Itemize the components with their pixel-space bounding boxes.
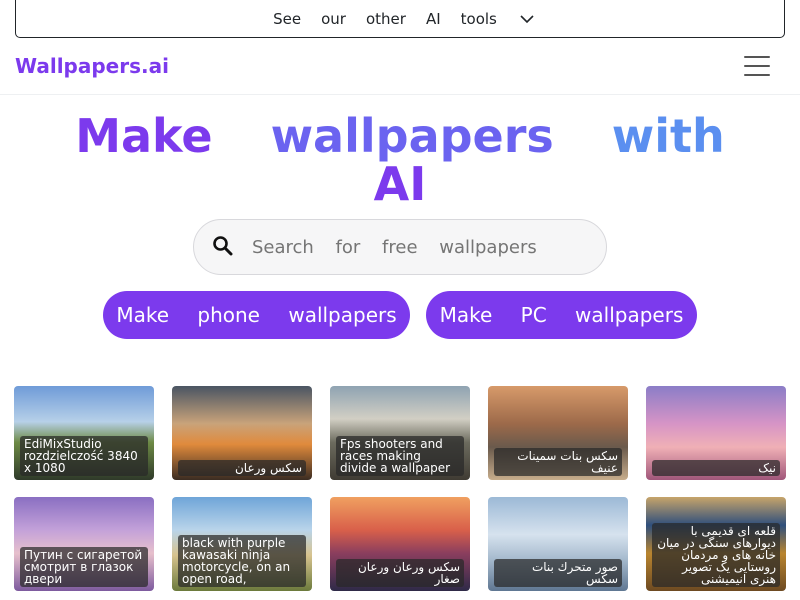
search-bar: [193, 219, 607, 275]
make-phone-wallpapers-button[interactable]: Make phone wallpapers: [103, 291, 410, 339]
wallpaper-caption: Путин с сигаретой смотрит в глазок двери: [20, 547, 148, 587]
wallpaper-card[interactable]: سکس ورعان: [172, 386, 312, 480]
promo-word: See: [273, 9, 302, 28]
wallpaper-card[interactable]: قلعه ای قدیمی با دیوارهای سنگی در میان خ…: [646, 497, 786, 591]
wallpaper-card[interactable]: EdiMixStudio rozdzielczość 3840 x 1080: [14, 386, 154, 480]
wallpaper-caption: black with purple kawasaki ninja motorcy…: [178, 535, 306, 587]
promo-word: other: [365, 9, 406, 28]
wallpaper-caption: سکس ورعان ورعان صغار: [336, 559, 464, 587]
navbar: Wallpapers.ai: [0, 38, 800, 95]
wallpaper-card[interactable]: black with purple kawasaki ninja motorcy…: [172, 497, 312, 591]
brand-logo[interactable]: Wallpapers.ai: [15, 54, 169, 78]
chevron-down-icon[interactable]: [520, 10, 534, 28]
promo-word: tools: [460, 9, 497, 28]
wallpaper-caption: نیک: [652, 460, 780, 476]
search-input[interactable]: [252, 228, 592, 266]
wallpaper-card[interactable]: صور متحرك بنات سكس: [488, 497, 628, 591]
wallpaper-caption: قلعه ای قدیمی با دیوارهای سنگی در میان خ…: [652, 523, 780, 587]
wallpaper-caption: EdiMixStudio rozdzielczość 3840 x 1080: [20, 436, 148, 476]
wallpaper-card[interactable]: Fps shooters and races making divide a w…: [330, 386, 470, 480]
promo-word: our: [321, 9, 346, 28]
page-title: Make wallpapers with AI: [0, 112, 800, 208]
wallpaper-caption: سکس بنات سمینات عنیف: [494, 448, 622, 476]
wallpaper-card[interactable]: سکس بنات سمینات عنیف: [488, 386, 628, 480]
title-word: Make: [75, 109, 213, 163]
make-pc-wallpapers-button[interactable]: Make PC wallpapers: [426, 291, 697, 339]
title-word: with: [611, 109, 725, 163]
title-word: wallpapers: [270, 109, 554, 163]
promo-word: AI: [425, 9, 441, 28]
other-ai-tools-banner[interactable]: See our other AI tools: [15, 0, 785, 38]
search-icon[interactable]: [212, 235, 234, 261]
wallpaper-caption: سکس ورعان: [178, 460, 306, 476]
title-word: AI: [373, 157, 427, 211]
hamburger-menu-icon[interactable]: [744, 56, 770, 76]
wallpaper-caption: Fps shooters and races making divide a w…: [336, 436, 464, 476]
wallpaper-card[interactable]: نیک: [646, 386, 786, 480]
wallpaper-card[interactable]: سکس ورعان ورعان صغار: [330, 497, 470, 591]
wallpaper-caption: صور متحرك بنات سكس: [494, 559, 622, 587]
wallpaper-card[interactable]: Путин с сигаретой смотрит в глазок двери: [14, 497, 154, 591]
